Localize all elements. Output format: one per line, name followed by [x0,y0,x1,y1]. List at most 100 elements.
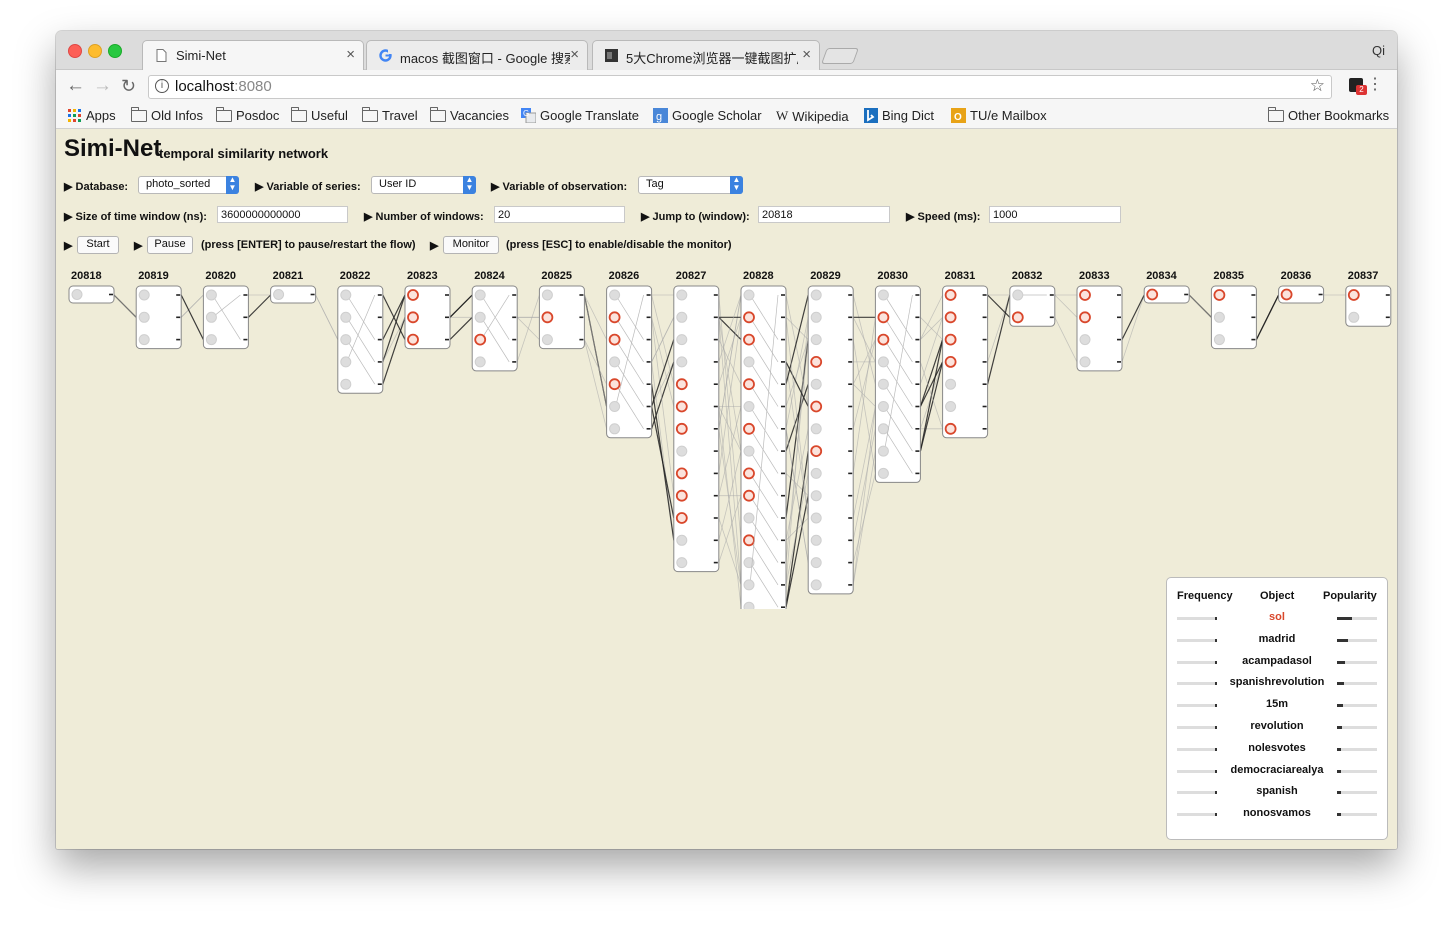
bookmark-vacancies[interactable]: Vacancies [430,106,509,123]
time-window-20819[interactable]: 20819 [135,270,182,350]
series-node[interactable] [877,401,889,412]
tab-simi-net[interactable]: Simi-Net × [142,40,364,71]
series-node[interactable] [743,445,755,457]
highlighted-node[interactable] [810,400,823,413]
highlighted-node[interactable] [1011,311,1024,324]
highlighted-node[interactable] [474,333,487,346]
series-node[interactable] [743,601,755,609]
series-node[interactable] [1079,356,1091,368]
start-button[interactable]: Start [77,236,119,254]
time-window-20825[interactable]: 20825 [538,270,585,350]
series-node[interactable] [877,445,889,457]
num-windows-input[interactable] [494,206,625,223]
series-node[interactable] [945,401,957,412]
time-window-20820[interactable]: 20820 [202,270,249,350]
series-node[interactable] [1348,311,1360,323]
series-node[interactable] [609,289,621,301]
close-window-button[interactable] [68,44,82,58]
time-window-20836[interactable]: 20836 [1278,270,1325,304]
time-window-20827[interactable]: 20827 [673,270,720,573]
series-node[interactable] [609,356,621,368]
highlighted-node[interactable] [407,289,419,301]
series-node[interactable] [609,401,621,412]
highlighted-node[interactable] [1146,288,1159,301]
bookmark-posdoc[interactable]: Posdoc [216,106,279,123]
bookmark-star-icon[interactable]: ☆ [1310,76,1325,96]
object-name[interactable]: madrid [1217,633,1337,645]
series-node[interactable] [676,289,688,301]
highlighted-node[interactable] [675,512,688,524]
series-node[interactable] [676,534,688,546]
highlighted-node[interactable] [608,333,621,346]
series-select[interactable]: User ID ▲ ▼ [371,176,476,194]
series-node[interactable] [810,378,822,390]
kebab-menu-icon[interactable]: ⋮ [1367,76,1383,94]
time-window-20826[interactable]: 20826 [606,270,653,439]
series-node[interactable] [609,423,621,435]
series-node[interactable] [273,289,285,300]
time-window-20837[interactable]: 20837 [1345,270,1392,327]
series-node[interactable] [676,557,688,569]
series-node[interactable] [138,334,150,346]
highlighted-node[interactable] [1347,289,1360,301]
series-node[interactable] [743,289,755,301]
time-window-20828[interactable]: 20828 [740,270,787,609]
series-node[interactable] [1213,334,1225,346]
series-node[interactable] [1012,289,1024,301]
new-tab-button[interactable] [821,48,859,64]
time-window-20834[interactable]: 20834 [1143,270,1190,304]
highlighted-node[interactable] [1079,289,1091,301]
highlighted-node[interactable] [407,311,419,324]
series-node[interactable] [743,401,755,412]
highlighted-node[interactable] [743,534,755,547]
series-node[interactable] [743,512,755,524]
time-window-20822[interactable]: 20822 [337,270,384,394]
object-name[interactable]: spanishrevolution [1217,676,1337,688]
time-window-20823[interactable]: 20823 [404,270,451,350]
time-window-20833[interactable]: 20833 [1076,270,1123,372]
series-node[interactable] [945,378,957,390]
series-node[interactable] [810,490,822,502]
series-node[interactable] [205,311,217,323]
highlighted-node[interactable] [608,311,621,324]
series-node[interactable] [676,445,688,457]
series-node[interactable] [810,557,822,569]
highlighted-node[interactable] [1280,288,1293,301]
series-node[interactable] [138,311,150,323]
highlighted-node[interactable] [810,356,823,368]
time-window-20835[interactable]: 20835 [1210,270,1257,350]
highlighted-node[interactable] [675,467,688,480]
highlighted-node[interactable] [743,422,755,435]
object-name[interactable]: spanish [1217,785,1337,797]
bookmark-google-scholar[interactable]: g Google Scholar [653,108,762,123]
window-size-input[interactable] [217,206,348,223]
series-node[interactable] [71,289,83,300]
highlighted-node[interactable] [675,489,688,502]
series-node[interactable] [810,334,822,346]
series-node[interactable] [877,289,889,301]
tab-google-search[interactable]: macos 截图窗口 - Google 搜索 × [366,40,588,70]
highlighted-node[interactable] [675,378,688,391]
series-node[interactable] [1079,334,1091,346]
highlighted-node[interactable] [877,333,890,346]
series-node[interactable] [810,311,822,323]
bookmark-apps[interactable]: Apps [68,108,116,123]
series-node[interactable] [810,289,822,301]
highlighted-node[interactable] [944,356,957,368]
series-node[interactable] [474,289,486,301]
highlighted-node[interactable] [944,289,957,301]
series-node[interactable] [810,579,822,591]
series-node[interactable] [877,378,889,390]
series-node[interactable] [474,356,486,368]
series-node[interactable] [541,289,553,301]
time-window-20831[interactable]: 20831 [942,270,989,439]
reload-icon[interactable]: ↻ [121,76,136,96]
highlighted-node[interactable] [743,378,755,391]
highlighted-node[interactable] [743,489,755,502]
extension-icon[interactable]: 2 [1349,78,1367,95]
bookmark-useful[interactable]: Useful [291,106,348,123]
zoom-window-button[interactable] [108,44,122,58]
series-node[interactable] [877,356,889,368]
time-window-20818[interactable]: 20818 [68,270,115,304]
time-window-20832[interactable]: 20832 [1009,270,1056,327]
